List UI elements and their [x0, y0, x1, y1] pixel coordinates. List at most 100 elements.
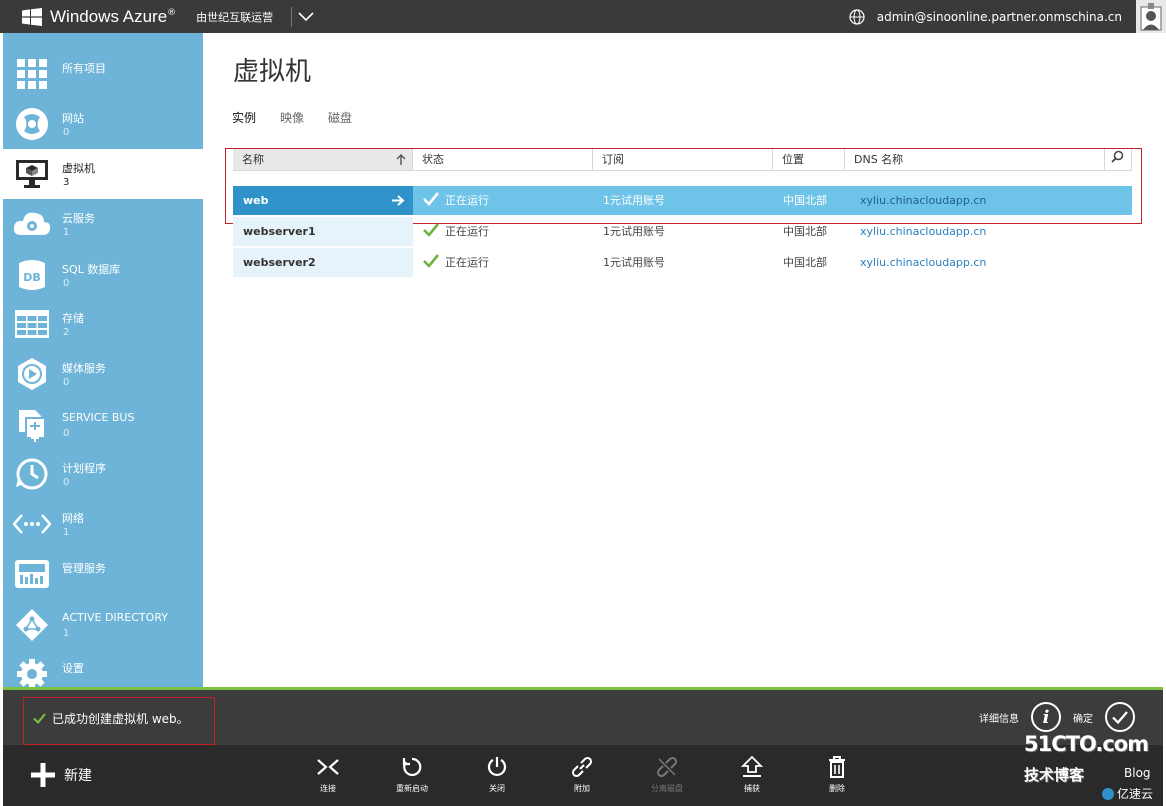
column-header-subscription[interactable]: 订阅 [593, 149, 773, 171]
chevron-down-icon[interactable] [298, 11, 314, 22]
sidebar-item-label: 媒体服务 [62, 362, 106, 375]
database-icon: DB [13, 257, 51, 293]
vm-dns-link[interactable]: xyliu.chinacloudapp.cn [860, 248, 986, 277]
sidebar-item-count: 2 [63, 327, 70, 338]
arrow-right-icon[interactable] [391, 195, 405, 206]
account-name[interactable]: admin@sinoonline.partner.onmschina.cn [877, 10, 1122, 24]
vm-location: 中国北部 [783, 225, 827, 238]
sidebar-item-media-services[interactable]: 媒体服务 0 [3, 349, 203, 399]
sidebar-item-count: 1 [63, 628, 70, 639]
cloud-gear-icon [13, 206, 51, 242]
details-button[interactable]: i [1031, 702, 1061, 732]
sidebar-item-label: SQL 数据库 [62, 263, 121, 276]
brand-mark: ® [167, 7, 177, 18]
tab-images[interactable]: 映像 [280, 109, 304, 126]
tab-instances[interactable]: 实例 [232, 109, 256, 126]
top-bar: Windows Azure ® 由世纪互联运营 admin@sinoonline… [0, 0, 1166, 33]
vm-name[interactable]: webserver2 [233, 248, 413, 277]
sidebar-item-label: 计划程序 [62, 462, 106, 475]
vm-name[interactable]: web [233, 186, 413, 215]
watermark-tagline: 技术博客 [1024, 766, 1085, 784]
sidebar-item-storage[interactable]: 存储 2 [3, 299, 203, 349]
shutdown-button[interactable]: 关闭 [462, 755, 532, 794]
notification-message: 已成功创建虚拟机 web。 [33, 710, 189, 727]
check-icon [423, 254, 439, 268]
notification-text: 已成功创建虚拟机 web。 [52, 712, 189, 726]
table-icon [13, 306, 51, 342]
notification-bar: 已成功创建虚拟机 web。 详细信息 i 确定 [3, 690, 1163, 745]
sidebar-item-count: 1 [63, 527, 70, 538]
sidebar-item-websites[interactable]: 网站 0 [3, 99, 203, 149]
table-row[interactable]: webserver2 正在运行 1元试用账号 中国北部 xyliu.chinac… [233, 248, 1132, 277]
column-header-name[interactable]: 名称 [233, 149, 413, 171]
vm-dns-link[interactable]: xyliu.chinacloudapp.cn [860, 217, 986, 246]
sidebar-item-service-bus[interactable]: SERVICE BUS 0 [3, 400, 203, 450]
sidebar-item-count: 0 [63, 127, 70, 138]
service-bus-icon [13, 407, 51, 443]
sidebar-item-count: 3 [63, 177, 70, 188]
tool-label: 重新启动 [396, 784, 428, 793]
delete-button[interactable]: 删除 [802, 755, 872, 794]
vm-subscription: 1元试用账号 [603, 256, 665, 269]
svg-text:DB: DB [23, 271, 41, 284]
globe-icon [13, 106, 51, 142]
tab-disks[interactable]: 磁盘 [328, 109, 352, 126]
restart-icon [377, 755, 447, 779]
tab-bar: 实例 映像 磁盘 [232, 109, 376, 126]
column-header-label: 名称 [242, 153, 264, 166]
avatar[interactable] [1136, 0, 1166, 33]
sidebar: 所有项目 网站 0 虚拟机 3 云服务 1 DB SQL 数据库 0 存储 2 … [3, 33, 203, 689]
sidebar-item-sql-database[interactable]: DB SQL 数据库 0 [3, 250, 203, 300]
vm-location: 中国北部 [783, 256, 827, 269]
vm-location: 中国北部 [783, 194, 827, 207]
column-header-location[interactable]: 位置 [773, 149, 845, 171]
sidebar-item-networks[interactable]: 网络 1 [3, 499, 203, 549]
power-icon [462, 755, 532, 779]
sidebar-item-label: 虚拟机 [62, 162, 95, 175]
ok-button[interactable] [1105, 702, 1135, 732]
search-icon[interactable] [1105, 149, 1132, 171]
delete-icon [802, 755, 872, 779]
tool-label: 附加 [574, 784, 590, 793]
sidebar-item-label: 网络 [62, 512, 84, 525]
check-icon [1112, 710, 1128, 724]
partner-name: 亿速云 [1117, 787, 1154, 801]
sidebar-item-management-services[interactable]: 管理服务 [3, 549, 203, 599]
capture-icon [717, 755, 787, 779]
column-header-status[interactable]: 状态 [413, 149, 593, 171]
sidebar-item-all-items[interactable]: 所有项目 [3, 49, 203, 99]
page-title: 虚拟机 [233, 57, 312, 87]
sidebar-item-virtual-machines[interactable]: 虚拟机 3 [3, 149, 203, 199]
table-row[interactable]: web 正在运行 1元试用账号 中国北部 xyliu.chinacloudapp… [233, 186, 1132, 215]
sidebar-item-cloud-services[interactable]: 云服务 1 [3, 199, 203, 249]
column-header-dns[interactable]: DNS 名称 [845, 149, 1105, 171]
sidebar-item-active-directory[interactable]: ACTIVE DIRECTORY 1 [3, 600, 203, 650]
azure-logo[interactable]: Windows Azure ® [22, 7, 176, 27]
clock-icon [13, 456, 51, 492]
tool-label: 关闭 [489, 784, 505, 793]
partner-logo-icon [1102, 787, 1114, 800]
watermark: 51CTO.com 技术博客 Blog 亿速云 [1010, 730, 1160, 802]
sidebar-item-label: ACTIVE DIRECTORY [62, 611, 168, 624]
vm-name[interactable]: webserver1 [233, 217, 413, 246]
restart-button[interactable]: 重新启动 [377, 755, 447, 794]
sidebar-item-count: 1 [63, 227, 70, 238]
sidebar-item-label: 网站 [62, 112, 84, 125]
watermark-blog: Blog [1124, 766, 1151, 780]
divider [291, 6, 293, 27]
sidebar-item-count: 0 [63, 278, 70, 289]
vm-dns-link[interactable]: xyliu.chinacloudapp.cn [860, 186, 986, 215]
attach-button[interactable]: 附加 [547, 755, 617, 794]
network-icon [13, 506, 51, 542]
sidebar-item-count: 0 [63, 377, 70, 388]
sidebar-item-scheduler[interactable]: 计划程序 0 [3, 449, 203, 499]
directory-icon [13, 607, 51, 643]
new-button[interactable]: 新建 [30, 762, 92, 788]
capture-button[interactable]: 捕获 [717, 755, 787, 794]
globe-icon[interactable] [849, 8, 865, 25]
monitor-icon [13, 156, 51, 192]
table-row[interactable]: webserver1 正在运行 1元试用账号 中国北部 xyliu.chinac… [233, 217, 1132, 246]
plus-icon [31, 763, 55, 787]
connect-button[interactable]: 连接 [293, 755, 363, 794]
detach-disk-button[interactable]: 分离磁盘 [632, 755, 702, 794]
